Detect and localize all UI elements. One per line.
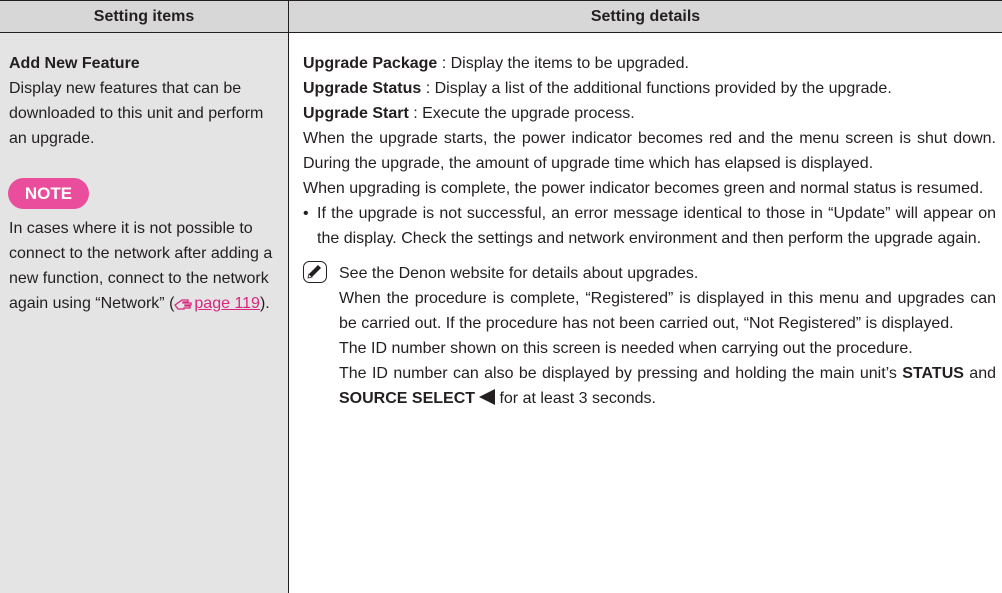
hand-pointer-icon [174,299,193,310]
tip-block: See the Denon website for details about … [303,261,996,411]
item-description: Display new features that can be downloa… [9,80,264,147]
pencil-icon [303,261,327,283]
item-title: Add New Feature [9,55,140,72]
setting-details-cell: Upgrade Package : Display the items to b… [289,33,1002,593]
source-select-label: SOURCE SELECT [339,390,476,407]
header-setting-items: Setting items [93,8,195,25]
bullet-dot: • [303,205,309,222]
left-arrow-icon [479,389,496,405]
tip-line: See the Denon website for details about … [339,265,699,282]
bullet-item: • If the upgrade is not successful, an er… [303,201,996,251]
note-text: In cases where it is not possible to con… [9,216,281,316]
note-text-end: ). [259,295,270,312]
upgrade-status-line: Upgrade Status : Display a list of the a… [303,76,996,101]
upgrade-start-line: Upgrade Start : Execute the upgrade proc… [303,101,996,126]
status-button-label: STATUS [902,365,964,382]
upgrade-start-label: Upgrade Start [303,105,409,122]
setting-item-cell: Add New Feature Display new features tha… [0,33,288,593]
upgrade-package-label: Upgrade Package [303,55,438,72]
tip-paragraph-3: The ID number can also be displayed by p… [339,361,996,411]
tip-p3-and: and [963,365,996,382]
upgrade-complete-paragraph: When upgrading is complete, the power in… [303,180,984,197]
tip-p3-end: for at least 3 seconds. [495,390,656,407]
upgrade-start-paragraph: When the upgrade starts, the power indic… [303,130,996,172]
bullet-text: If the upgrade is not successful, an err… [317,205,996,247]
header-setting-details: Setting details [590,8,701,25]
tip-p3-start: The ID number can also be displayed by p… [339,365,903,382]
upgrade-status-text: : Display a list of the additional funct… [421,80,892,97]
upgrade-package-line: Upgrade Package : Display the items to b… [303,51,996,76]
page-link[interactable]: page 119 [194,295,260,312]
table-header: Setting items Setting details [0,1,1002,33]
upgrade-package-text: : Display the items to be upgraded. [437,55,689,72]
upgrade-status-label: Upgrade Status [303,80,422,97]
tip-paragraph-1: When the procedure is complete, “Registe… [339,290,996,332]
tip-paragraph-2: The ID number shown on this screen is ne… [339,340,913,357]
note-badge: NOTE [8,178,89,209]
upgrade-start-text: : Execute the upgrade process. [408,105,635,122]
